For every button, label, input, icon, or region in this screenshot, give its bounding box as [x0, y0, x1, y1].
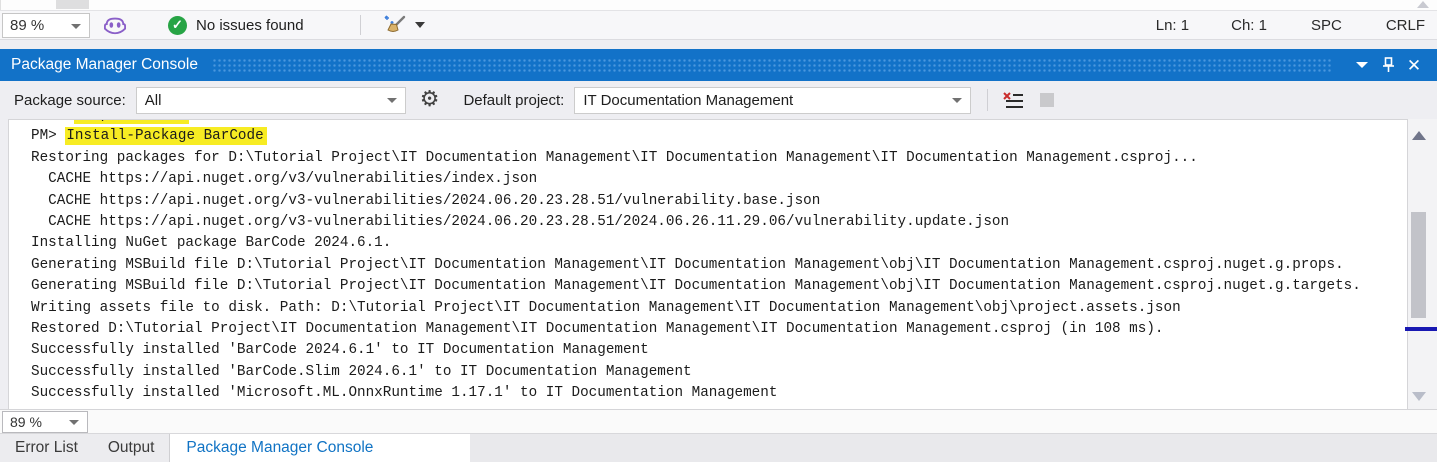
issues-status[interactable]: ✓ No issues found: [168, 16, 304, 35]
highlighted-command: Install-Package BarCode: [65, 127, 266, 145]
console-command-line: PM> Install-Package BarCode: [31, 126, 1407, 147]
console-prompt: PM>: [31, 128, 65, 144]
line-indicator[interactable]: Ln: 1: [1156, 17, 1189, 34]
editor-zoom-select[interactable]: 89 %: [2, 13, 90, 38]
chevron-down-icon: [415, 22, 425, 28]
console-left-gutter: [0, 119, 8, 409]
caret-position-group: Ln: 1 Ch: 1 SPC CRLF: [1156, 17, 1437, 34]
console-zoom-bar: 89 %: [0, 409, 1437, 433]
stop-command-button-disabled: [1040, 93, 1054, 107]
scrollbar-arrow-icon[interactable]: [1417, 1, 1429, 8]
console-line: Installing NuGet package BarCode 2024.6.…: [31, 233, 1407, 254]
console-zoom-select[interactable]: 89 %: [2, 411, 88, 433]
no-issues-check-icon: ✓: [168, 16, 187, 35]
scrollbar-position-marker: [1405, 327, 1437, 331]
scrollbar-thumb[interactable]: [1411, 212, 1426, 318]
panel-title-bar[interactable]: Package Manager Console ✕: [0, 49, 1437, 81]
code-cleanup-button[interactable]: [383, 15, 425, 35]
console-line: Generating MSBuild file D:\Tutorial Proj…: [31, 276, 1407, 297]
chevron-down-icon: [69, 420, 79, 425]
console-lines: Restoring packages for D:\Tutorial Proje…: [31, 148, 1407, 405]
package-source-value: All: [145, 92, 162, 109]
console-output-row: Time Elapsed: 00:00:01 PM> Install-Packa…: [0, 119, 1437, 409]
console-line: Successfully installed 'BarCode 2024.6.1…: [31, 340, 1407, 361]
toolbar-separator: [987, 89, 988, 111]
default-project-select[interactable]: IT Documentation Management: [574, 87, 971, 114]
panel-title: Package Manager Console: [11, 56, 198, 74]
console-output[interactable]: Time Elapsed: 00:00:01 PM> Install-Packa…: [8, 119, 1408, 409]
console-line: CACHE https://api.nuget.org/v3-vulnerabi…: [31, 212, 1407, 233]
tab-package-manager-console[interactable]: Package Manager Console: [170, 434, 470, 462]
line-ending-indicator[interactable]: CRLF: [1386, 17, 1425, 34]
close-panel-button[interactable]: ✕: [1401, 53, 1427, 77]
scroll-up-arrow-icon[interactable]: [1412, 131, 1426, 140]
console-line: Successfully installed 'BarCode.Slim 202…: [31, 362, 1407, 383]
package-source-select[interactable]: All: [136, 87, 406, 114]
console-line: Generating MSBuild file D:\Tutorial Proj…: [31, 255, 1407, 276]
chevron-down-icon: [71, 24, 81, 29]
editor-zoom-value: 89 %: [10, 17, 44, 34]
console-line: Restoring packages for D:\Tutorial Proje…: [31, 148, 1407, 169]
close-icon: ✕: [1407, 57, 1421, 74]
issues-status-text: No issues found: [196, 17, 304, 34]
editor-status-bar: 89 % ✓ No issues found Ln: 1 Ch: 1: [0, 10, 1437, 40]
package-source-label: Package source:: [14, 92, 126, 109]
inactive-tabs-group: Error List Output: [0, 434, 170, 462]
console-line: Writing assets file to disk. Path: D:\Tu…: [31, 298, 1407, 319]
partial-line-highlight: Elapsed: 00:0: [74, 119, 190, 124]
default-project-value: IT Documentation Management: [583, 92, 793, 109]
clear-console-icon: [1002, 91, 1024, 110]
console-zoom-value: 89 %: [10, 414, 42, 430]
spaces-indicator[interactable]: SPC: [1311, 17, 1342, 34]
clear-console-button[interactable]: [1002, 91, 1024, 110]
horizontal-scrollbar-thumb[interactable]: [56, 0, 89, 9]
tab-output[interactable]: Output: [93, 434, 170, 462]
copilot-icon[interactable]: [104, 15, 126, 35]
console-scrollbar[interactable]: [1408, 119, 1430, 409]
vs-package-manager-console-window: 89 % ✓ No issues found Ln: 1 Ch: 1: [0, 0, 1437, 462]
code-cleanup-broom-icon: [383, 15, 407, 35]
panel-gap: [0, 40, 1437, 49]
pin-icon: [1382, 57, 1395, 73]
console-line: Successfully installed 'Microsoft.ML.Onn…: [31, 383, 1407, 404]
auto-hide-pin-button[interactable]: [1375, 53, 1401, 77]
title-bar-drag-texture[interactable]: [212, 58, 1331, 72]
console-partial-line: Time Elapsed: 00:00:01: [31, 119, 1407, 126]
chevron-down-icon: [387, 98, 397, 103]
window-position-button[interactable]: [1349, 53, 1375, 77]
default-project-label: Default project:: [463, 92, 564, 109]
tab-error-list[interactable]: Error List: [0, 434, 93, 462]
chevron-down-icon: [952, 98, 962, 103]
console-line: CACHE https://api.nuget.org/v3-vulnerabi…: [31, 191, 1407, 212]
package-source-settings-button[interactable]: ⚙: [420, 89, 440, 111]
console-line: CACHE https://api.nuget.org/v3/vulnerabi…: [31, 169, 1407, 190]
chevron-down-icon: [1356, 62, 1368, 68]
console-right-gutter: [1430, 119, 1437, 409]
editor-bottom-strip: [0, 0, 1437, 10]
scroll-down-arrow-icon[interactable]: [1412, 392, 1426, 401]
console-text: Time Elapsed: 00:00:01 PM> Install-Packa…: [9, 119, 1407, 405]
status-bar-separator: [360, 15, 361, 35]
tool-window-tab-row: Error List Output Package Manager Consol…: [0, 433, 1437, 462]
console-toolbar: Package source: All ⚙ Default project: I…: [0, 81, 1437, 119]
column-indicator[interactable]: Ch: 1: [1231, 17, 1267, 34]
console-line: Restored D:\Tutorial Project\IT Document…: [31, 319, 1407, 340]
